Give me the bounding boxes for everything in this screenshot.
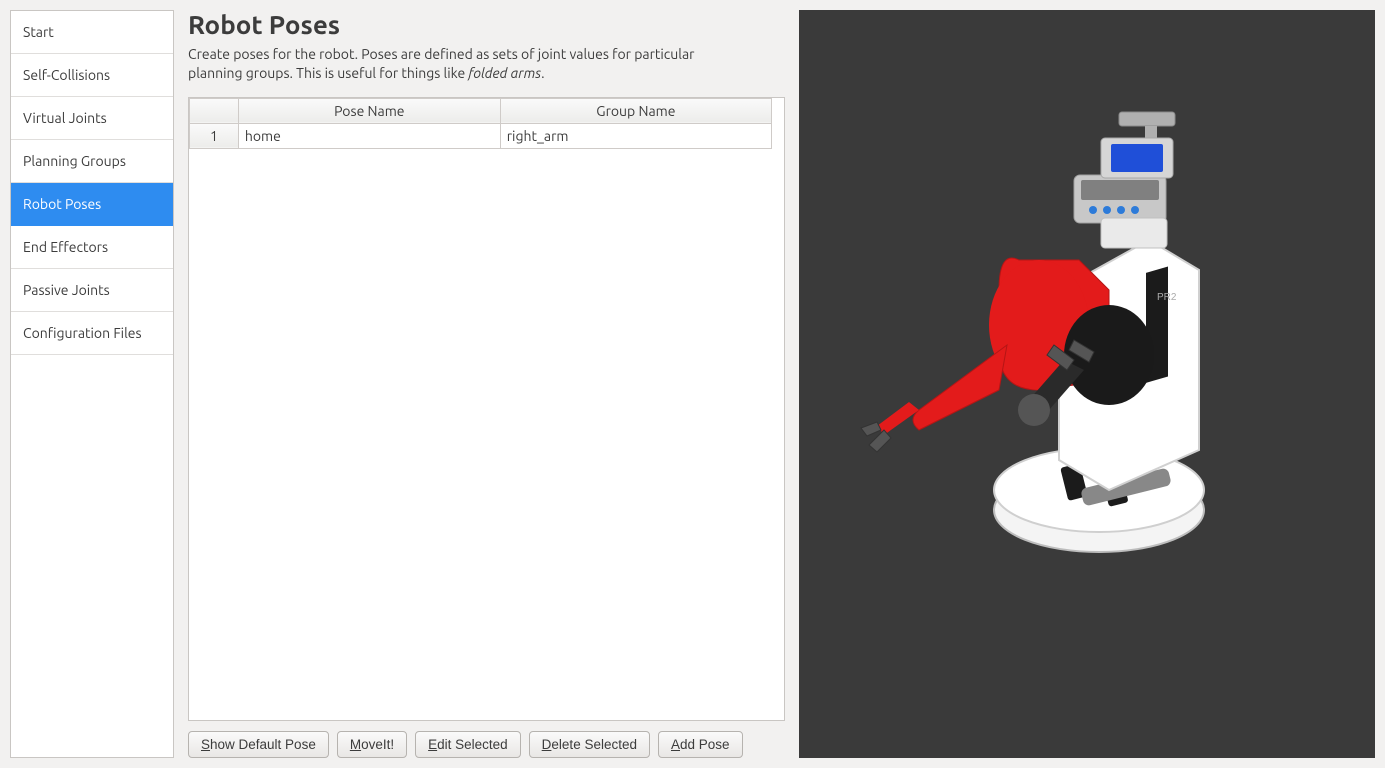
svg-text:PR2: PR2 bbox=[1157, 292, 1177, 303]
sidebar-item-configuration-files[interactable]: Configuration Files bbox=[11, 312, 173, 355]
table-row[interactable]: 1 home right_arm bbox=[190, 123, 772, 148]
table-cell-rownum: 1 bbox=[190, 123, 239, 148]
table-header-group[interactable]: Group Name bbox=[500, 98, 771, 123]
button-row: Show Default Pose MoveIt! Edit Selected … bbox=[188, 731, 785, 758]
delete-selected-button[interactable]: Delete Selected bbox=[529, 731, 650, 758]
sidebar-item-planning-groups[interactable]: Planning Groups bbox=[11, 140, 173, 183]
show-default-pose-button[interactable]: Show Default Pose bbox=[188, 731, 329, 758]
app-root: Start Self-Collisions Virtual Joints Pla… bbox=[0, 0, 1385, 768]
sidebar: Start Self-Collisions Virtual Joints Pla… bbox=[10, 10, 174, 758]
robot-icon: PR2 bbox=[849, 90, 1279, 560]
poses-table[interactable]: Pose Name Group Name 1 home right_arm bbox=[189, 98, 772, 149]
edit-selected-button[interactable]: Edit Selected bbox=[415, 731, 521, 758]
desc-text: Create poses for the robot. Poses are de… bbox=[188, 46, 695, 81]
table-cell-group[interactable]: right_arm bbox=[500, 123, 771, 148]
poses-table-container: Pose Name Group Name 1 home right_arm bbox=[188, 97, 785, 721]
page-description: Create poses for the robot. Poses are de… bbox=[188, 45, 748, 83]
desc-post: . bbox=[541, 65, 544, 81]
sidebar-item-robot-poses[interactable]: Robot Poses bbox=[11, 183, 173, 226]
sidebar-item-passive-joints[interactable]: Passive Joints bbox=[11, 269, 173, 312]
table-header-pose[interactable]: Pose Name bbox=[238, 98, 500, 123]
page-title: Robot Poses bbox=[188, 10, 785, 39]
table-header-rownum[interactable] bbox=[190, 98, 239, 123]
sidebar-item-end-effectors[interactable]: End Effectors bbox=[11, 226, 173, 269]
desc-em: folded arms bbox=[468, 65, 541, 81]
table-cell-pose[interactable]: home bbox=[238, 123, 500, 148]
sidebar-item-virtual-joints[interactable]: Virtual Joints bbox=[11, 97, 173, 140]
main-panel: Robot Poses Create poses for the robot. … bbox=[188, 10, 785, 758]
robot-3d-viewer[interactable]: PR2 bbox=[799, 10, 1375, 758]
add-pose-button[interactable]: Add Pose bbox=[658, 731, 743, 758]
sidebar-item-self-collisions[interactable]: Self-Collisions bbox=[11, 54, 173, 97]
moveit-button[interactable]: MoveIt! bbox=[337, 731, 407, 758]
sidebar-item-start[interactable]: Start bbox=[11, 11, 173, 54]
